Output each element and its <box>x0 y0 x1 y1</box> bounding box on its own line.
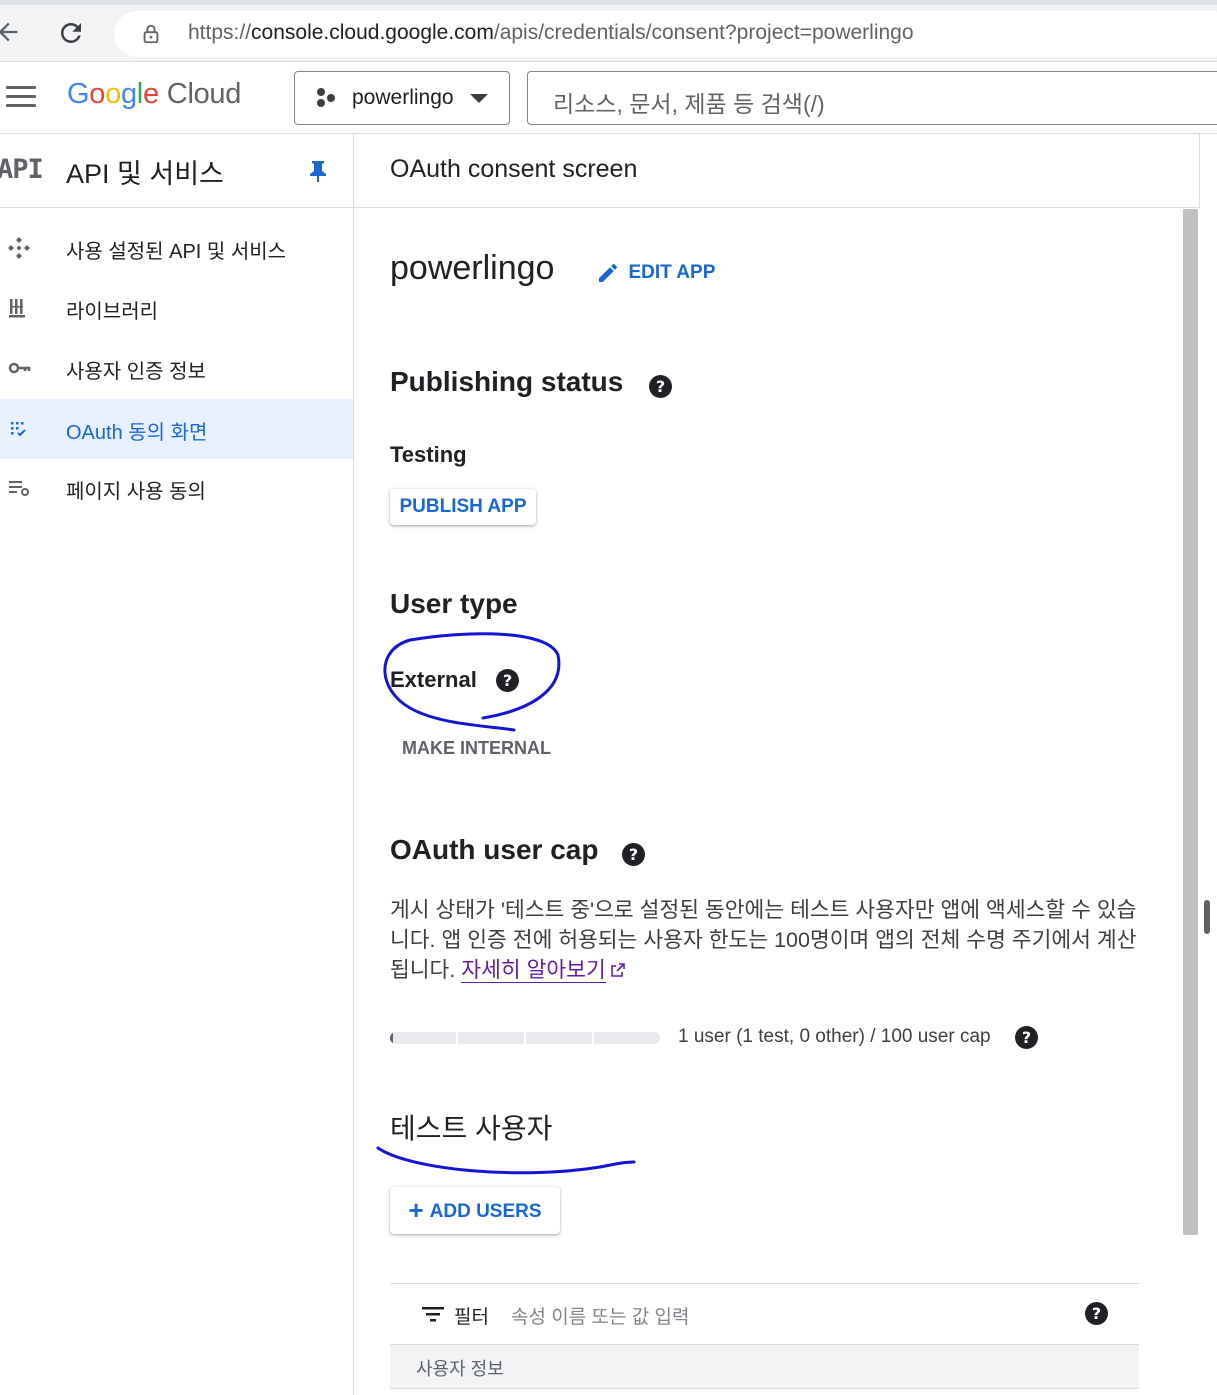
tab-strip <box>0 0 1217 5</box>
plus-icon: + <box>408 1195 424 1225</box>
help-icon[interactable]: ? <box>622 843 645 866</box>
project-name: powerlingo <box>352 86 454 109</box>
edit-app-button[interactable]: EDIT APP <box>596 261 715 287</box>
user-cap-title: OAuth user cap <box>390 834 599 865</box>
help-icon[interactable]: ? <box>1015 1026 1038 1049</box>
chevron-down-icon <box>470 94 488 103</box>
api-logo-icon: API <box>0 154 44 185</box>
page-header: OAuth consent screen <box>354 134 1200 208</box>
diamond-dots-icon <box>8 237 30 259</box>
test-users-title: 테스트 사용자 <box>390 1113 553 1144</box>
console-header: Google Cloud powerlingo 리소스, 문서, 제품 등 검색(… <box>0 62 1217 134</box>
sidebar-item-enabled-apis[interactable]: 사용 설정된 API 및 서비스 <box>0 218 353 278</box>
content-scrollbar[interactable] <box>1183 209 1198 1235</box>
user-cap-progress-bar <box>390 1032 660 1044</box>
sidebar-item-label: 사용 설정된 API 및 서비스 <box>66 241 287 263</box>
filter-bar[interactable]: 필터 속성 이름 또는 값 입력 ? <box>390 1283 1139 1345</box>
url-text: https://console.cloud.google.com/apis/cr… <box>188 21 914 45</box>
sidebar-title: API 및 서비스 <box>66 159 224 189</box>
key-icon <box>8 362 31 374</box>
progress-segment-divider <box>592 1032 594 1044</box>
sidebar: API API 및 서비스 사용 설정된 API 및 서비스 라이브러리 사용자… <box>0 134 354 1395</box>
reload-icon[interactable] <box>56 18 86 48</box>
publishing-status-value: Testing <box>390 442 467 467</box>
app-name: powerlingo <box>390 249 555 287</box>
user-cap-usage-text: 1 user (1 test, 0 other) / 100 user cap <box>678 1026 991 1047</box>
user-cap-progress-fill <box>390 1032 393 1044</box>
hamburger-menu-icon[interactable] <box>6 86 36 110</box>
page-title: OAuth consent screen <box>390 155 638 183</box>
consent-content: powerlingo EDIT APP Publishing status ? … <box>354 209 1183 1395</box>
url-host: console.cloud.google.com <box>251 21 494 44</box>
sidebar-item-label: OAuth 동의 화면 <box>66 422 208 444</box>
url-path: /apis/credentials/consent?project=powerl… <box>493 21 914 44</box>
sidebar-item-page-usage[interactable]: 페이지 사용 동의 <box>0 458 353 518</box>
edit-app-label: EDIT APP <box>628 262 716 283</box>
search-input[interactable]: 리소스, 문서, 제품 등 검색(/) <box>527 71 1217 125</box>
make-internal-button[interactable]: MAKE INTERNAL <box>402 738 551 759</box>
user-cap-description: 게시 상태가 '테스트 중'으로 설정된 동안에는 테스트 사용자만 앱에 액세… <box>390 895 1140 985</box>
publish-app-button[interactable]: PUBLISH APP <box>390 489 536 525</box>
back-arrow-icon[interactable] <box>0 18 22 46</box>
url-scheme: https:// <box>188 21 252 44</box>
add-users-label: ADD USERS <box>429 1201 542 1222</box>
page-scrollbar-thumb[interactable] <box>1204 900 1210 934</box>
user-type-title: User type <box>390 588 518 619</box>
sidebar-item-label: 라이브러리 <box>66 301 158 323</box>
address-bar[interactable]: https://console.cloud.google.com/apis/cr… <box>114 11 1217 57</box>
sidebar-item-oauth-consent[interactable]: OAuth 동의 화면 <box>0 399 353 459</box>
column-header-user-info[interactable]: 사용자 정보 <box>416 1355 504 1381</box>
browser-toolbar: https://console.cloud.google.com/apis/cr… <box>0 0 1217 62</box>
filter-icon <box>422 1307 444 1322</box>
project-picker[interactable]: powerlingo <box>294 71 510 125</box>
learn-more-link[interactable]: 자세히 알아보기 <box>461 958 606 983</box>
logo-google-text: Google <box>67 78 159 110</box>
add-users-button[interactable]: + ADD USERS <box>390 1187 560 1234</box>
help-icon[interactable]: ? <box>649 375 672 398</box>
help-icon[interactable]: ? <box>496 669 519 692</box>
consent-grid-icon <box>11 422 26 437</box>
filter-label: 필터 <box>454 1307 489 1328</box>
external-link-icon <box>610 963 625 977</box>
google-cloud-logo[interactable]: Google Cloud <box>67 78 241 111</box>
help-icon[interactable]: ? <box>1085 1302 1108 1325</box>
progress-segment-divider <box>524 1032 526 1044</box>
test-users-table-header: 사용자 정보 <box>390 1345 1139 1389</box>
settings-list-icon <box>9 481 29 496</box>
sidebar-item-label: 페이지 사용 동의 <box>66 481 206 503</box>
logo-cloud-text: Cloud <box>166 78 242 110</box>
library-icon <box>9 299 25 318</box>
user-type-value: External <box>390 667 477 692</box>
lock-icon[interactable] <box>140 23 162 45</box>
sidebar-item-label: 사용자 인증 정보 <box>66 361 206 383</box>
pin-icon[interactable] <box>308 160 328 182</box>
project-hexagon-icon <box>317 88 335 107</box>
publishing-status-title: Publishing status <box>390 366 624 397</box>
pencil-icon <box>599 263 618 282</box>
sidebar-item-credentials[interactable]: 사용자 인증 정보 <box>0 338 353 398</box>
filter-input[interactable]: 속성 이름 또는 값 입력 <box>511 1302 689 1329</box>
sidebar-item-library[interactable]: 라이브러리 <box>0 278 353 338</box>
sidebar-header: API API 및 서비스 <box>0 134 353 208</box>
search-placeholder: 리소스, 문서, 제품 등 검색(/) <box>553 91 825 117</box>
progress-segment-divider <box>456 1032 458 1044</box>
